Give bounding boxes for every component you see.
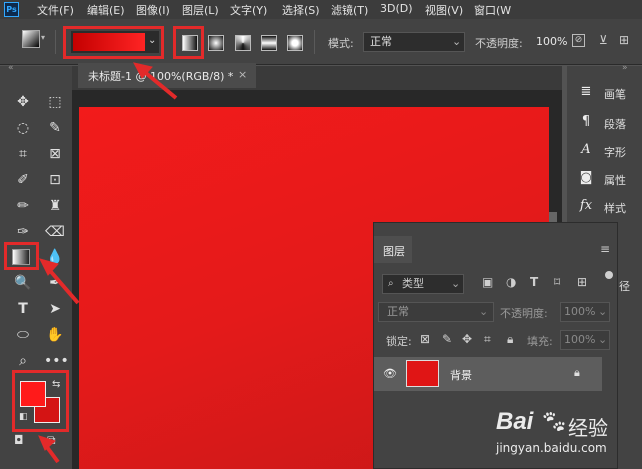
arrow-head [39,258,59,276]
arrow-head [38,435,56,451]
watermark-url: jingyan.baidu.com [496,441,607,455]
annotation-arrows [38,62,178,464]
paw-icon: 🐾︎ [540,410,568,435]
watermark: Bai 🐾︎ 经验 jingyan.baidu.com [496,408,642,469]
watermark-brand-2: 经验 [568,416,608,440]
watermark-brand: Bai [496,408,534,435]
